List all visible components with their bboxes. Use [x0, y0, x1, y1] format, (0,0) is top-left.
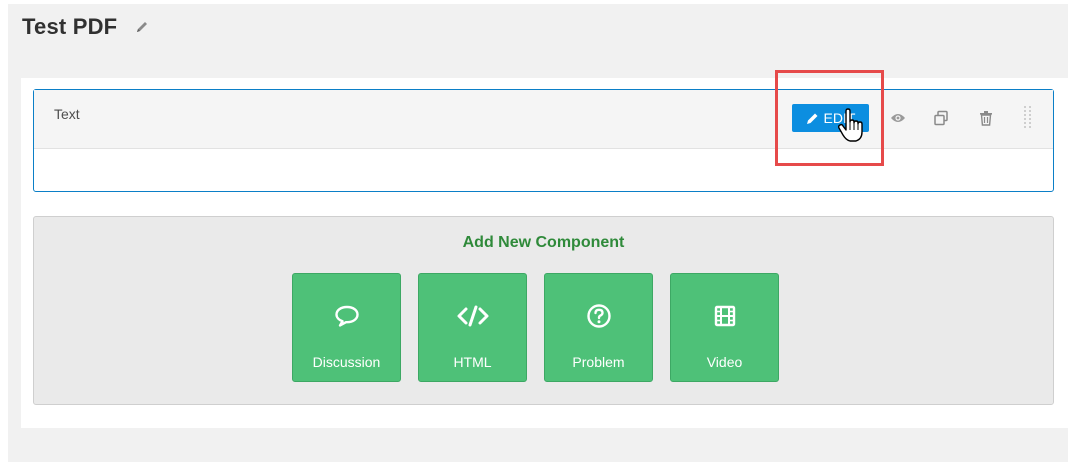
html-label: HTML — [453, 354, 492, 370]
question-icon — [586, 302, 612, 330]
duplicate-icon[interactable] — [932, 109, 950, 127]
add-video-button[interactable]: Video — [670, 273, 779, 382]
text-component: Text EDIT — [33, 89, 1054, 192]
edit-title-pencil-icon[interactable] — [133, 18, 151, 36]
component-title: Text — [54, 106, 80, 122]
add-discussion-button[interactable]: Discussion — [292, 273, 401, 382]
edit-button-label: EDIT — [823, 110, 856, 126]
code-icon — [456, 302, 490, 330]
problem-label: Problem — [572, 354, 625, 370]
discussion-icon — [334, 302, 360, 330]
discussion-label: Discussion — [312, 354, 381, 370]
component-button-row: Discussion HTML Problem Video — [292, 273, 779, 382]
drag-handle-icon[interactable] — [1023, 105, 1033, 131]
add-html-button[interactable]: HTML — [418, 273, 527, 382]
page-header: Test PDF — [22, 14, 151, 40]
add-new-component-panel: Add New Component Discussion HTML Proble… — [33, 216, 1054, 405]
add-problem-button[interactable]: Problem — [544, 273, 653, 382]
video-label: Video — [706, 354, 743, 370]
page-title: Test PDF — [22, 14, 118, 39]
edit-button[interactable]: EDIT — [792, 104, 869, 132]
trash-icon[interactable] — [977, 109, 995, 127]
eye-icon[interactable] — [889, 109, 907, 127]
film-icon — [714, 302, 736, 330]
pencil-icon — [806, 112, 819, 125]
component-header: Text EDIT — [34, 90, 1053, 149]
add-new-component-title: Add New Component — [462, 234, 625, 251]
